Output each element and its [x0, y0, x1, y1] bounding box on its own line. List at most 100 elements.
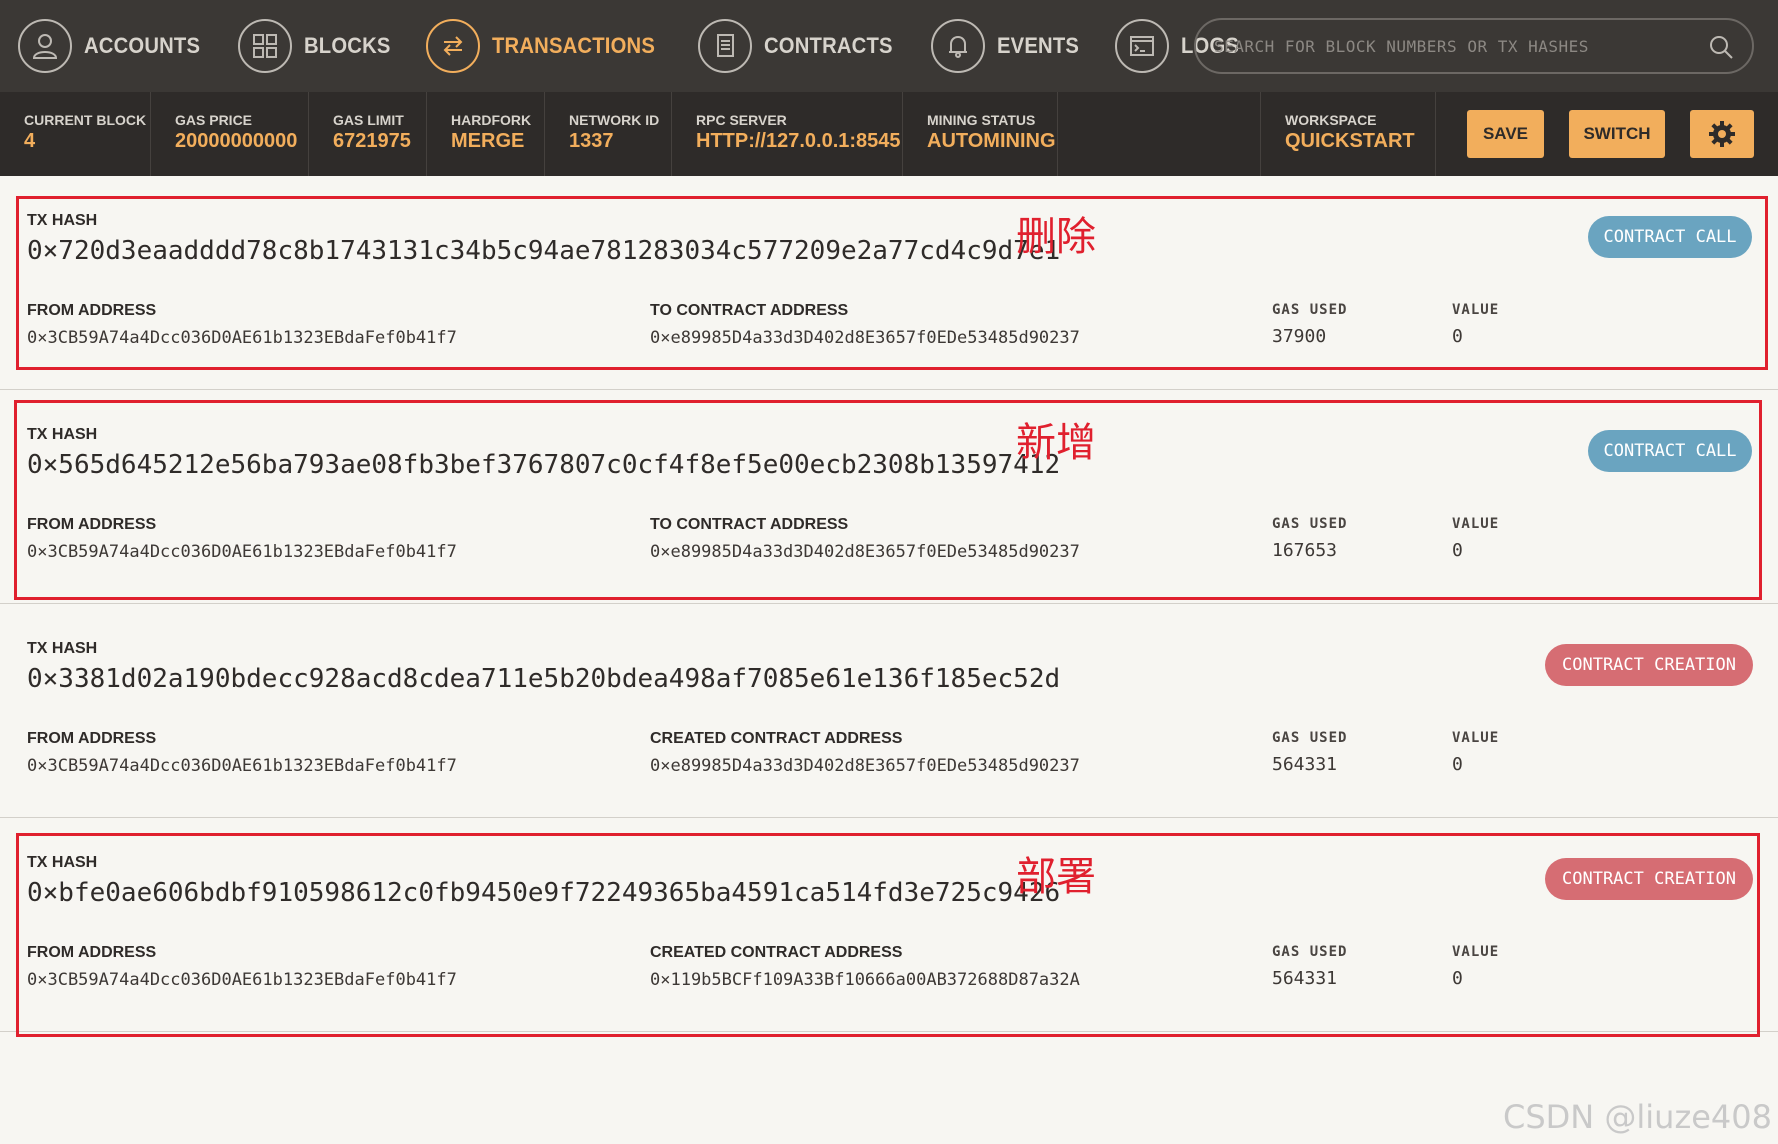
annotation-add: 新增 — [1016, 420, 1096, 466]
nav-blocks-label: BLOCKS — [304, 33, 391, 58]
nav-contracts-label: CONTRACTS — [763, 33, 893, 58]
stat-network-id: NETWORK ID 1337 — [545, 92, 672, 176]
tx-hash-label: TX HASH — [27, 212, 98, 229]
stat-value: 20000000000 — [175, 130, 298, 152]
annotation-deploy: 部署 — [1016, 854, 1096, 900]
to-address: 0×e89985D4a33d3D402d8E3657f0EDe53485d902… — [650, 328, 1080, 348]
stat-value: QUICKSTART — [1285, 130, 1415, 152]
value-label: VALUE — [1452, 516, 1500, 532]
nav-transactions-label: TRANSACTIONS — [492, 33, 656, 58]
stat-gas-limit: GAS LIMIT 6721975 — [309, 92, 427, 176]
tx-hash-label: TX HASH — [27, 426, 98, 443]
value-value: 0 — [1452, 326, 1463, 347]
save-button[interactable]: SAVE — [1467, 110, 1544, 158]
stat-mining-status: MINING STATUS AUTOMINING — [903, 92, 1058, 176]
from-address-label: FROM ADDRESS — [27, 302, 157, 319]
search-icon[interactable] — [1708, 34, 1734, 60]
created-address-label: CREATED CONTRACT ADDRESS — [650, 944, 903, 961]
to-address: 0×e89985D4a33d3D402d8E3657f0EDe53485d902… — [650, 542, 1080, 562]
search-input[interactable] — [1214, 36, 1694, 56]
stat-label: HARDFORK — [451, 112, 532, 128]
tx-row[interactable]: TX HASH 0×565d645212e56ba793ae08fb3bef37… — [0, 390, 1778, 604]
gas-used-value: 37900 — [1272, 326, 1327, 347]
gas-used-value: 167653 — [1272, 540, 1338, 561]
value-label: VALUE — [1452, 302, 1500, 318]
tx-type-badge: CONTRACT CALL — [1588, 430, 1752, 472]
stat-label: CURRENT BLOCK — [24, 112, 147, 128]
tx-hash: 0×720d3eaadddd78c8b1743131c34b5c94ae7812… — [27, 236, 1061, 266]
terminal-icon — [1114, 19, 1169, 73]
stat-hardfork: HARDFORK MERGE — [427, 92, 545, 176]
gear-icon — [1709, 121, 1735, 147]
from-address-label: FROM ADDRESS — [27, 516, 157, 533]
tx-type-badge: CONTRACT CREATION — [1545, 644, 1753, 686]
tx-hash: 0×565d645212e56ba793ae08fb3bef3767807c0c… — [27, 450, 1061, 480]
stat-label: GAS PRICE — [175, 112, 253, 128]
stat-workspace: WORKSPACE QUICKSTART — [1260, 92, 1436, 176]
gas-used-label: GAS USED — [1272, 516, 1348, 532]
stat-value: 4 — [24, 130, 36, 152]
from-address-label: FROM ADDRESS — [27, 730, 157, 747]
tx-hash-label: TX HASH — [27, 854, 98, 871]
created-address: 0×e89985D4a33d3D402d8E3657f0EDe53485d902… — [650, 756, 1080, 776]
user-icon — [18, 19, 72, 73]
stat-current-block: CURRENT BLOCK 4 — [0, 92, 151, 176]
watermark: CSDN @liuze408 — [1502, 1098, 1772, 1136]
value-label: VALUE — [1452, 730, 1500, 746]
gas-used-label: GAS USED — [1272, 730, 1348, 746]
nav-blocks[interactable]: BLOCKS — [238, 0, 398, 92]
stat-value: 6721975 — [333, 130, 411, 152]
document-icon — [697, 19, 752, 73]
from-address: 0×3CB59A74a4Dcc036D0AE61b1323EBdaFef0b41… — [27, 542, 457, 562]
nav-events[interactable]: EVENTS — [931, 0, 1086, 92]
switch-button[interactable]: SWITCH — [1569, 110, 1665, 158]
status-bar: CURRENT BLOCK 4 GAS PRICE 20000000000 GA… — [0, 92, 1778, 176]
gas-used-value: 564331 — [1272, 968, 1338, 989]
blocks-icon — [238, 19, 293, 73]
tx-row[interactable]: TX HASH 0×bfe0ae606bdbf910598612c0fb9450… — [0, 818, 1778, 1032]
to-address-label: TO CONTRACT ADDRESS — [650, 516, 849, 533]
stat-value: HTTP://127.0.0.1:8545 — [696, 130, 901, 152]
tx-type-badge: CONTRACT CALL — [1588, 216, 1752, 258]
nav-events-label: EVENTS — [997, 33, 1080, 58]
value-value: 0 — [1452, 968, 1463, 989]
from-address: 0×3CB59A74a4Dcc036D0AE61b1323EBdaFef0b41… — [27, 970, 457, 990]
from-address-label: FROM ADDRESS — [27, 944, 157, 961]
created-address: 0×119b5BCFf109A33Bf10666a00AB372688D87a3… — [650, 970, 1080, 990]
nav-accounts[interactable]: ACCOUNTS — [18, 0, 210, 92]
tx-type-badge: CONTRACT CREATION — [1545, 858, 1753, 900]
value-value: 0 — [1452, 540, 1463, 561]
nav-accounts-label: ACCOUNTS — [84, 33, 201, 58]
nav-transactions[interactable]: TRANSACTIONS — [426, 0, 669, 92]
tx-row[interactable]: TX HASH 0×3381d02a190bdecc928acd8cdea711… — [0, 604, 1778, 818]
value-value: 0 — [1452, 754, 1463, 775]
stat-label: WORKSPACE — [1285, 112, 1377, 128]
from-address: 0×3CB59A74a4Dcc036D0AE61b1323EBdaFef0b41… — [27, 328, 457, 348]
gas-used-label: GAS USED — [1272, 302, 1348, 318]
tx-hash-label: TX HASH — [27, 640, 98, 657]
stat-value: 1337 — [569, 130, 614, 152]
stat-value: MERGE — [451, 130, 525, 152]
annotation-delete: 删除 — [1016, 214, 1096, 260]
stat-label: RPC SERVER — [696, 112, 787, 128]
to-address-label: TO CONTRACT ADDRESS — [650, 302, 849, 319]
stat-gas-price: GAS PRICE 20000000000 — [151, 92, 309, 176]
stat-label: MINING STATUS — [927, 112, 1036, 128]
stat-value: AUTOMINING — [927, 130, 1056, 152]
tx-row[interactable]: TX HASH 0×720d3eaadddd78c8b1743131c34b5c… — [0, 176, 1778, 390]
tx-hash: 0×bfe0ae606bdbf910598612c0fb9450e9f72249… — [27, 878, 1061, 908]
stat-label: NETWORK ID — [569, 112, 660, 128]
top-nav: ACCOUNTS BLOCKS TRANSACTIONS CONTRACTS E… — [0, 0, 1778, 92]
nav-contracts[interactable]: CONTRACTS — [697, 0, 904, 92]
stat-rpc-server: RPC SERVER HTTP://127.0.0.1:8545 — [672, 92, 903, 176]
stat-label: GAS LIMIT — [333, 112, 404, 128]
created-address-label: CREATED CONTRACT ADDRESS — [650, 730, 903, 747]
value-label: VALUE — [1452, 944, 1500, 960]
settings-button[interactable] — [1690, 110, 1754, 158]
gas-used-label: GAS USED — [1272, 944, 1348, 960]
gas-used-value: 564331 — [1272, 754, 1338, 775]
transfer-icon — [426, 19, 481, 73]
tx-hash: 0×3381d02a190bdecc928acd8cdea711e5b20bde… — [27, 664, 1061, 694]
search-box — [1194, 18, 1754, 74]
from-address: 0×3CB59A74a4Dcc036D0AE61b1323EBdaFef0b41… — [27, 756, 457, 776]
